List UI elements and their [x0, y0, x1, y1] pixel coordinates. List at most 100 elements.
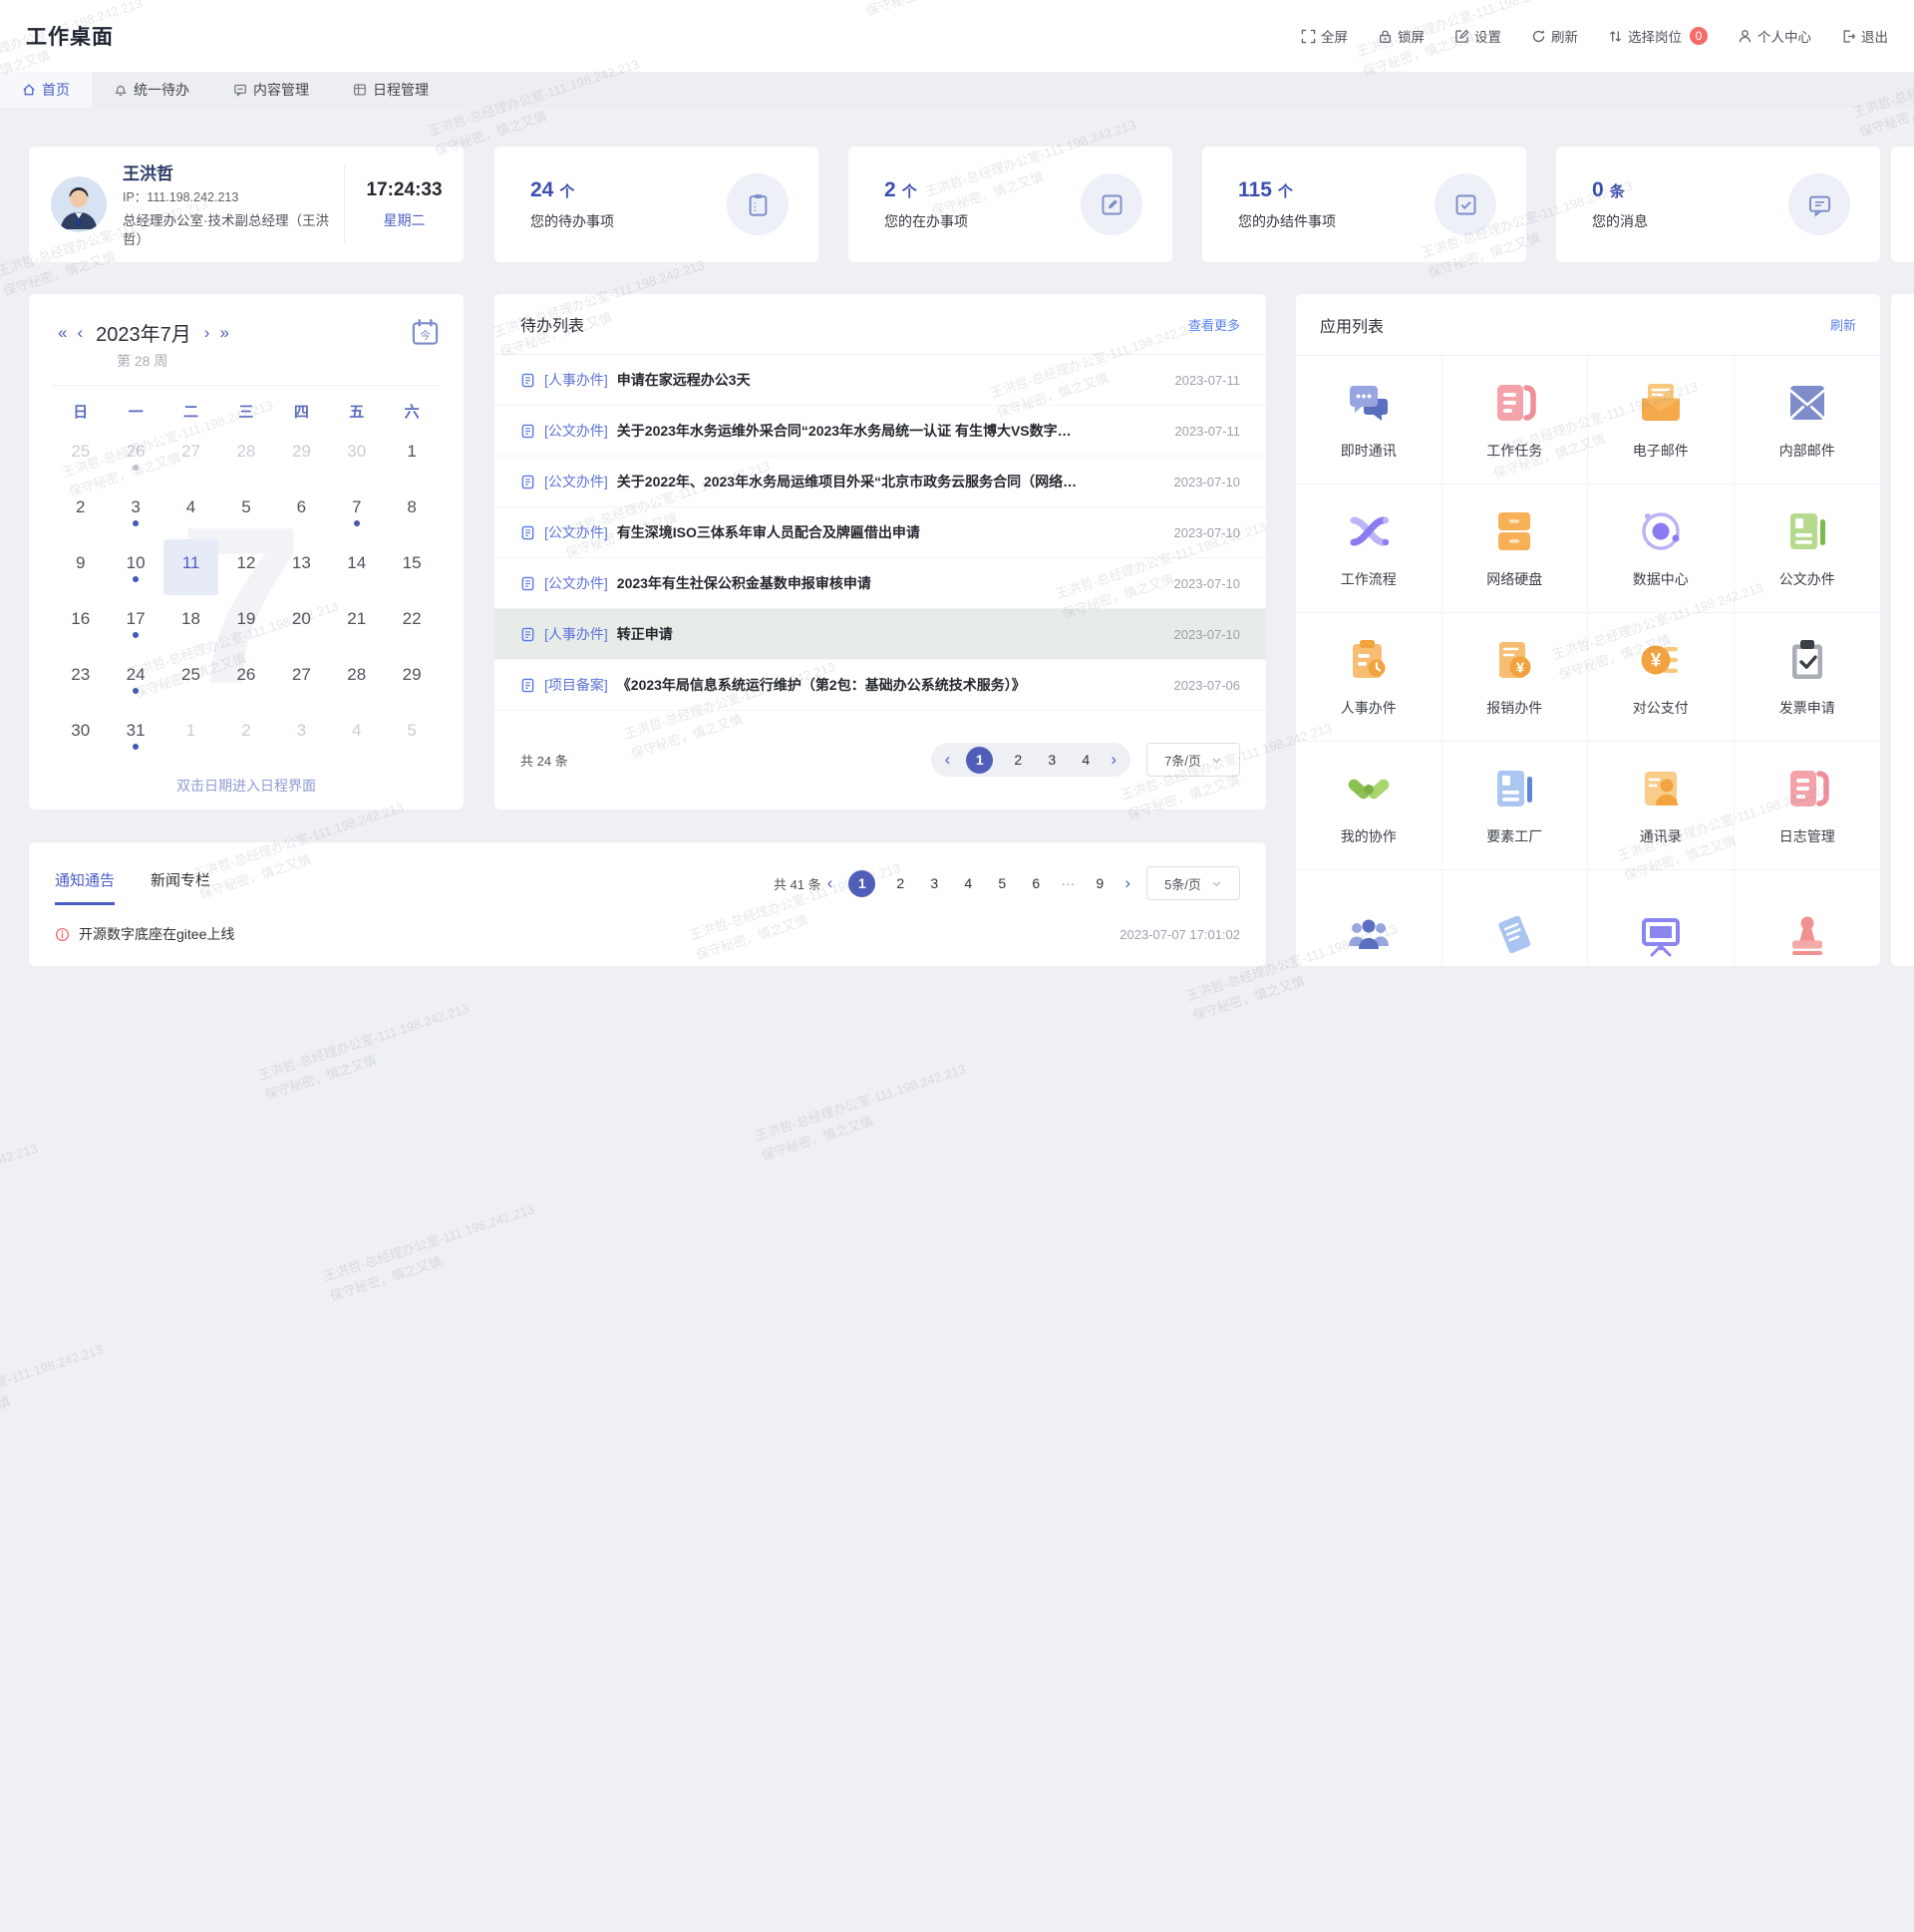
calendar-day[interactable]: 8: [384, 483, 439, 539]
calendar-day[interactable]: 11: [163, 539, 218, 595]
calendar-day[interactable]: 24: [108, 651, 162, 707]
page-button-3[interactable]: 3: [925, 875, 943, 891]
app-报销办件[interactable]: ¥报销办件: [1442, 613, 1589, 742]
refresh-apps-link[interactable]: 刷新: [1830, 315, 1856, 334]
calendar-day[interactable]: 2: [53, 483, 108, 539]
app-内部邮件[interactable]: 内部邮件: [1735, 356, 1881, 484]
calendar-day[interactable]: 30: [53, 707, 108, 763]
app-工作任务[interactable]: 工作任务: [1442, 356, 1589, 484]
calendar-day[interactable]: 4: [329, 707, 384, 763]
page-button-3[interactable]: 3: [1043, 752, 1061, 768]
calendar-day[interactable]: 20: [274, 595, 329, 651]
view-more-link[interactable]: 查看更多: [1188, 315, 1240, 334]
calendar-day[interactable]: 17: [108, 595, 162, 651]
calendar-day[interactable]: 5: [218, 483, 273, 539]
calendar-day[interactable]: 13: [274, 539, 329, 595]
app-item[interactable]: [1442, 870, 1589, 966]
app-工作流程[interactable]: 工作流程: [1296, 484, 1442, 613]
app-item[interactable]: [1735, 870, 1881, 966]
page-button-1[interactable]: 1: [848, 870, 875, 897]
today-calendar-icon[interactable]: 今: [411, 318, 440, 347]
calendar-day[interactable]: 23: [53, 651, 108, 707]
page-button-4[interactable]: 4: [959, 875, 977, 891]
notices-page-size-select[interactable]: 5条/页: [1146, 866, 1240, 900]
calendar-day[interactable]: 21: [329, 595, 384, 651]
calendar-day[interactable]: 27: [274, 651, 329, 707]
todo-item[interactable]: [人事办件] 申请在家远程办公3天 2023-07-11: [494, 355, 1266, 406]
app-发票申请[interactable]: 发票申请: [1735, 613, 1881, 742]
stat-card-1[interactable]: 24个 您的待办事项: [494, 147, 818, 262]
app-我的协作[interactable]: 我的协作: [1296, 742, 1442, 870]
profile-button[interactable]: 个人中心: [1738, 26, 1811, 46]
calendar-day[interactable]: 6: [274, 483, 329, 539]
stat-card-3[interactable]: 115个 您的办结件事项: [1202, 147, 1526, 262]
next-year-button[interactable]: »: [214, 323, 233, 343]
tab-content-mgmt[interactable]: 内容管理: [211, 72, 331, 108]
prev-page-button[interactable]: ‹: [945, 750, 951, 770]
app-日志管理[interactable]: 日志管理: [1735, 742, 1881, 870]
todo-item[interactable]: [公文办件] 有生深境ISO三体系年审人员配合及牌匾借出申请 2023-07-1…: [494, 507, 1266, 558]
todo-item[interactable]: [人事办件] 转正申请 2023-07-10: [494, 609, 1266, 660]
stat-card-2[interactable]: 2个 您的在办事项: [848, 147, 1172, 262]
calendar-day[interactable]: 27: [163, 428, 218, 483]
calendar-day[interactable]: 26: [108, 428, 162, 483]
logout-button[interactable]: 退出: [1841, 26, 1888, 46]
calendar-day[interactable]: 2: [218, 707, 273, 763]
app-数据中心[interactable]: 数据中心: [1588, 484, 1735, 613]
fullscreen-button[interactable]: 全屏: [1301, 26, 1348, 46]
tab-unified-todo[interactable]: 统一待办: [92, 72, 211, 108]
calendar-day[interactable]: 7: [329, 483, 384, 539]
notice-item[interactable]: 开源数字底座在gitee上线 2023-07-07 17:01:02: [29, 908, 1266, 944]
calendar-day[interactable]: 28: [329, 651, 384, 707]
prev-year-button[interactable]: «: [53, 323, 72, 343]
calendar-day[interactable]: 3: [108, 483, 162, 539]
calendar-day[interactable]: 1: [163, 707, 218, 763]
calendar-day[interactable]: 9: [53, 539, 108, 595]
calendar-day[interactable]: 16: [53, 595, 108, 651]
lock-screen-button[interactable]: 锁屏: [1378, 26, 1425, 46]
calendar-day[interactable]: 3: [274, 707, 329, 763]
todo-item[interactable]: [公文办件] 2023年有生社保公积金基数申报审核申请 2023-07-10: [494, 558, 1266, 609]
app-电子邮件[interactable]: 电子邮件: [1588, 356, 1735, 484]
next-page-button[interactable]: ›: [1124, 873, 1130, 893]
calendar-day[interactable]: 25: [53, 428, 108, 483]
calendar-day[interactable]: 1: [384, 428, 439, 483]
calendar-day[interactable]: 31: [108, 707, 162, 763]
calendar-day[interactable]: 15: [384, 539, 439, 595]
calendar-day[interactable]: 30: [329, 428, 384, 483]
settings-button[interactable]: 设置: [1454, 26, 1501, 46]
page-button-4[interactable]: 4: [1077, 752, 1095, 768]
app-item[interactable]: [1296, 870, 1442, 966]
page-button-1[interactable]: 1: [966, 747, 993, 774]
page-button-2[interactable]: 2: [1009, 752, 1027, 768]
page-button-9[interactable]: 9: [1091, 875, 1109, 891]
calendar-day[interactable]: 10: [108, 539, 162, 595]
calendar-day[interactable]: 25: [163, 651, 218, 707]
calendar-day[interactable]: 14: [329, 539, 384, 595]
app-通讯录[interactable]: 通讯录: [1588, 742, 1735, 870]
prev-month-button[interactable]: ‹: [72, 323, 88, 343]
next-page-button[interactable]: ›: [1111, 750, 1116, 770]
calendar-day[interactable]: 22: [384, 595, 439, 651]
todo-item[interactable]: [公文办件] 关于2022年、2023年水务局运维项目外采“北京市政务云服务合同…: [494, 457, 1266, 507]
todo-item[interactable]: [项目备案] 《2023年局信息系统运行维护（第2包：基础办公系统技术服务）》 …: [494, 660, 1266, 711]
notices-tab-news[interactable]: 新闻专栏: [151, 869, 210, 905]
todo-item[interactable]: [公文办件] 关于2023年水务运维外采合同“2023年水务局统一认证 有生博大…: [494, 406, 1266, 457]
page-button-5[interactable]: 5: [993, 875, 1011, 891]
app-即时通讯[interactable]: 即时通讯: [1296, 356, 1442, 484]
calendar-day[interactable]: 26: [218, 651, 273, 707]
app-item[interactable]: [1588, 870, 1735, 966]
page-button-6[interactable]: 6: [1027, 875, 1045, 891]
select-post-button[interactable]: 选择岗位0: [1608, 26, 1708, 46]
notices-tab-announcements[interactable]: 通知通告: [55, 869, 115, 905]
page-button-2[interactable]: 2: [891, 875, 909, 891]
todo-page-size-select[interactable]: 7条/页: [1146, 743, 1240, 777]
app-要素工厂[interactable]: 要素工厂: [1442, 742, 1589, 870]
app-网络硬盘[interactable]: 网络硬盘: [1442, 484, 1589, 613]
tab-home[interactable]: 首页: [0, 72, 92, 108]
calendar-day[interactable]: 28: [218, 428, 273, 483]
calendar-day[interactable]: 29: [274, 428, 329, 483]
tab-schedule-mgmt[interactable]: 日程管理: [331, 72, 451, 108]
calendar-day[interactable]: 19: [218, 595, 273, 651]
stat-card-4[interactable]: 0条 您的消息: [1556, 147, 1880, 262]
